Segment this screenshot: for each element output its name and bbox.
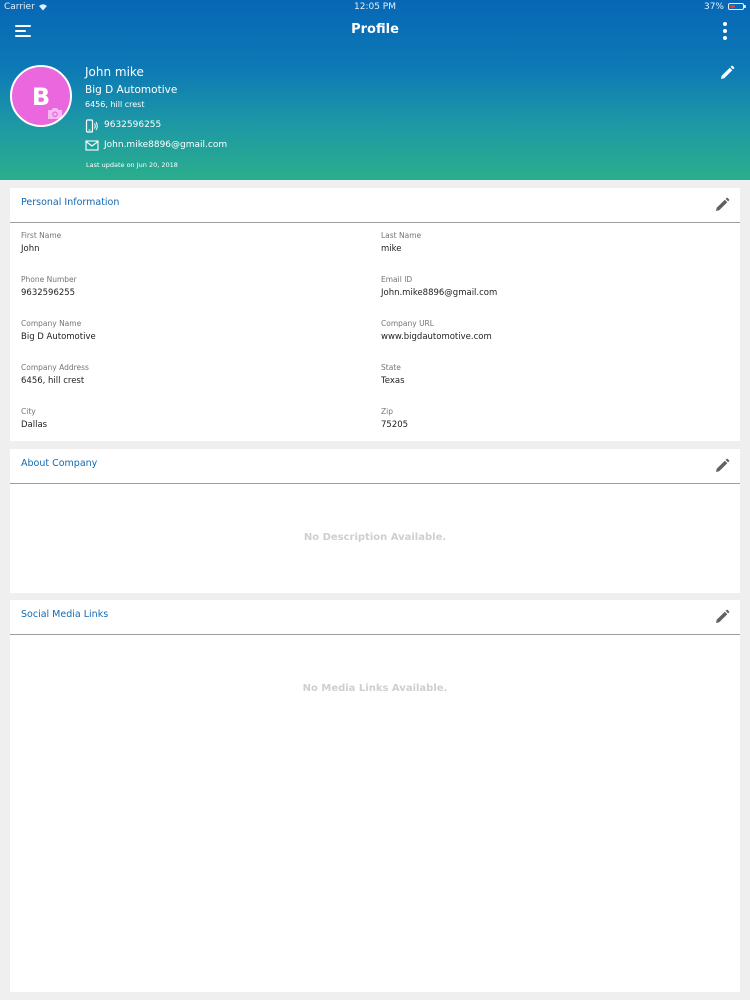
field-company-name: Company Name Big D Automotive [21,319,96,343]
about-company-card: About Company No Description Available. [10,449,740,593]
personal-information-card: Personal Information First Name John Las… [10,188,740,441]
field-email-id: Email ID John.mike8896@gmail.com [381,275,497,299]
field-zip: Zip 75205 [381,407,408,431]
field-label: Email ID [381,275,413,284]
card-header: Personal Information [10,188,740,223]
profile-name: John mike [85,65,144,79]
page-title: Profile [351,22,399,37]
field-label: Last Name [381,231,422,240]
field-label: Phone Number [21,275,77,284]
pencil-icon[interactable] [714,458,730,474]
card-header: Social Media Links [10,600,740,635]
battery-icon [728,3,746,10]
field-value: 75205 [381,420,409,430]
card-title-about-company: About Company [21,458,98,469]
more-vertical-icon-dot [723,36,727,40]
status-time: 12:05 PM [354,2,396,12]
social-media-links-card: Social Media Links No Media Links Availa… [10,600,740,992]
card-header: About Company [10,449,740,484]
phone-icon [85,119,98,133]
status-bar: Carrier 12:05 PM 37% [0,0,750,14]
about-company-empty-text: No Description Available. [303,532,447,543]
field-company-address: Company Address 6456, hill crest [21,363,89,387]
pencil-icon[interactable] [714,609,730,625]
field-company-url: Company URL www.bigdautomotive.com [381,319,492,343]
card-title-social-media-links: Social Media Links [21,609,109,620]
field-label: Company URL [381,319,434,328]
pencil-icon[interactable] [714,197,730,213]
field-phone-number: Phone Number 9632596255 [21,275,77,299]
profile-address: 6456, hill crest [85,100,145,109]
camera-icon[interactable] [47,107,63,120]
mail-icon [85,140,99,151]
field-value: Dallas [21,420,48,430]
field-state: State Texas [381,363,405,387]
profile-header: Carrier 12:05 PM 37% Profile B John mike… [0,0,750,180]
social-media-empty-text: No Media Links Available. [302,683,448,694]
field-value: John [21,244,40,254]
field-label: Zip [381,407,393,416]
field-label: City [21,407,36,416]
field-value: 6456, hill crest [21,376,85,386]
field-value: Texas [381,376,405,386]
avatar[interactable]: B [10,65,72,127]
field-label: Company Name [21,319,82,328]
edit-profile-button[interactable] [719,65,735,81]
field-label: Company Address [21,363,89,372]
field-value: mike [381,244,402,254]
field-label: First Name [21,231,62,240]
field-value: John.mike8896@gmail.com [381,288,498,298]
field-label: State [381,363,401,372]
profile-company: Big D Automotive [85,84,178,96]
status-battery-percent: 37% [703,2,724,12]
nav-bar: Profile [0,14,750,48]
more-vertical-icon [723,22,727,26]
field-value: Big D Automotive [21,332,96,342]
field-last-name: Last Name mike [381,231,421,255]
field-value: 9632596255 [21,288,76,298]
more-options-button[interactable] [720,22,730,40]
more-vertical-icon-dot [723,29,727,33]
profile-phone[interactable]: 9632596255 [104,120,161,130]
field-city: City Dallas [21,407,47,431]
card-title-personal-information: Personal Information [21,197,120,208]
last-update-text: Last update on Jun 20, 2018 [86,161,178,169]
field-value: www.bigdautomotive.com [381,332,492,342]
profile-email[interactable]: John.mike8896@gmail.com [104,140,227,150]
field-first-name: First Name John [21,231,61,255]
